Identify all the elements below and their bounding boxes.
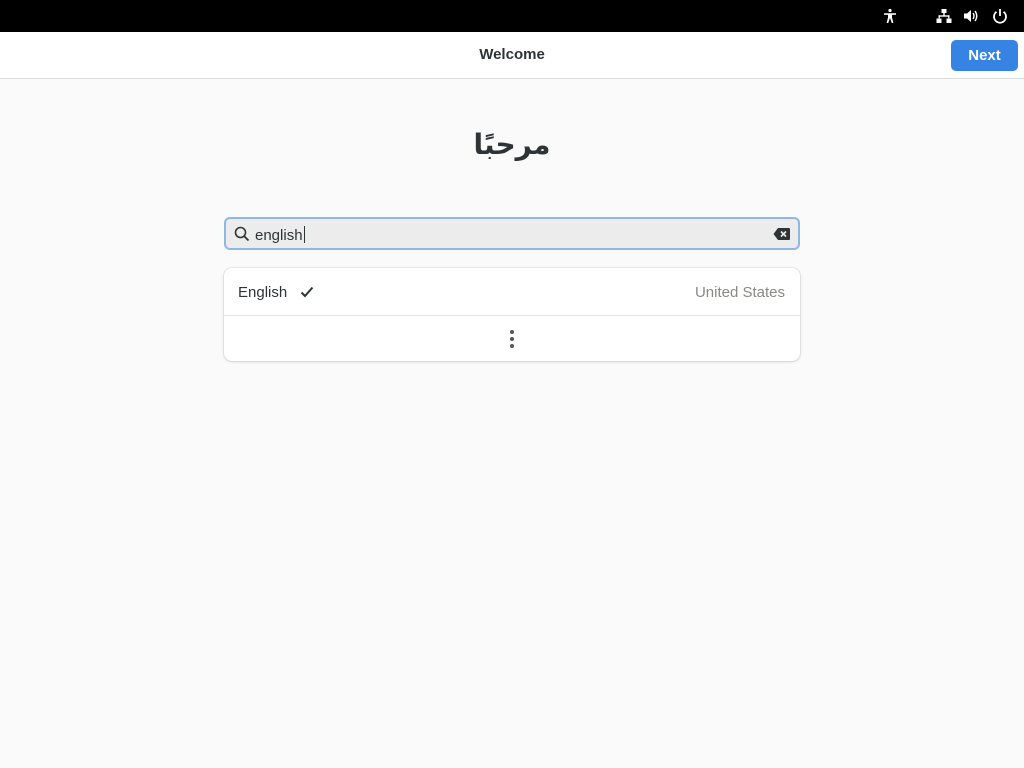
language-list: English United States [224,268,800,361]
page-title: Welcome [479,46,545,63]
language-name: English [238,284,288,301]
clear-icon[interactable] [773,227,791,241]
next-button[interactable]: Next [951,40,1018,71]
network-wired-icon[interactable] [935,7,953,25]
volume-icon[interactable] [962,7,980,25]
accessibility-icon[interactable] [881,7,899,25]
top-bar [0,0,1024,32]
more-languages-row[interactable] [224,316,800,361]
power-icon[interactable] [991,7,1009,25]
search-icon [234,226,250,242]
language-region: United States [694,284,785,301]
search-input[interactable]: english [224,217,800,250]
checkmark-icon [300,286,314,298]
list-item[interactable]: English United States [224,268,800,316]
view-more-icon [510,330,514,348]
welcome-heading: مرحبًا [473,128,551,161]
text-caret [303,226,305,243]
header-bar: Welcome Next [0,32,1024,79]
search-input-value: english [255,226,305,244]
